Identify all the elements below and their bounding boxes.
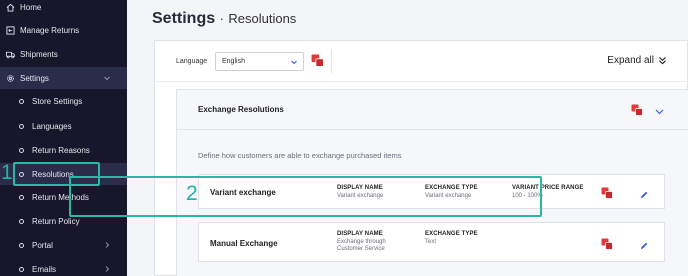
translate-icon[interactable] — [601, 186, 613, 199]
truck-icon — [6, 50, 15, 59]
sidebar-item-shipments[interactable]: Shipments — [0, 43, 127, 65]
bullet-icon — [19, 98, 24, 104]
sidebar: Home Manage Returns Shipments Settings S… — [0, 0, 127, 276]
edit-pencil-icon[interactable] — [639, 187, 649, 198]
step-number-1: 1 — [1, 161, 13, 184]
highlight-box-variant-exchange — [69, 176, 542, 217]
page-subtitle: Resolutions — [228, 11, 297, 26]
display-name-column: DISPLAY NAME Exchange through Customer S… — [337, 231, 386, 253]
bullet-icon — [19, 266, 24, 272]
sidebar-item-label: Portal — [32, 240, 53, 250]
expand-all-label: Expand all — [607, 55, 654, 66]
sidebar-item-settings[interactable]: Settings — [0, 67, 127, 89]
sidebar-item-return-reasons[interactable]: Return Reasons — [0, 139, 127, 161]
sidebar-item-portal[interactable]: Portal — [0, 234, 127, 256]
divider — [331, 49, 332, 73]
resolution-row-manual-exchange[interactable]: Manual Exchange DISPLAY NAME Exchange th… — [198, 222, 665, 262]
settings-card: Language English Expand all Exchange Res… — [154, 40, 688, 276]
language-label: Language — [176, 58, 208, 65]
gear-icon — [6, 74, 15, 83]
section-description: Define how customers are able to exchang… — [198, 151, 402, 160]
chevron-right-icon — [103, 265, 111, 273]
column-value: Text — [425, 239, 437, 245]
expand-all-button[interactable]: Expand all — [607, 55, 667, 66]
language-select[interactable]: English — [215, 52, 304, 71]
resolution-name: Manual Exchange — [210, 239, 278, 248]
edit-pencil-icon[interactable] — [639, 238, 649, 249]
section-title: Exchange Resolutions — [198, 105, 284, 114]
translate-icon[interactable] — [631, 103, 643, 116]
bullet-icon — [19, 194, 24, 200]
column-value: Exchange through — [337, 239, 386, 245]
sidebar-item-home[interactable]: Home — [0, 0, 127, 18]
sidebar-item-label: Emails — [32, 264, 57, 274]
page-title-separator: · — [219, 11, 224, 26]
sidebar-item-languages[interactable]: Languages — [0, 115, 127, 137]
main-content: Settings · Resolutions Language English … — [127, 0, 688, 276]
step-number-2: 2 — [186, 182, 198, 205]
bullet-icon — [19, 147, 24, 153]
sidebar-item-label: Languages — [32, 121, 72, 131]
page-title: Settings · Resolutions — [152, 10, 296, 28]
sidebar-item-manage-returns[interactable]: Manage Returns — [0, 19, 127, 41]
section-header[interactable]: Exchange Resolutions — [177, 90, 688, 130]
column-header: EXCHANGE TYPE — [425, 231, 478, 237]
sidebar-item-label: Store Settings — [32, 96, 83, 106]
chevron-down-icon[interactable] — [654, 104, 665, 115]
sidebar-item-label: Home — [20, 2, 42, 12]
column-value: Customer Service — [337, 246, 385, 252]
chevron-down-icon — [103, 74, 111, 82]
returns-icon — [6, 25, 15, 35]
translate-icon[interactable] — [311, 54, 324, 67]
sidebar-item-store-settings[interactable]: Store Settings — [0, 90, 127, 112]
chevron-right-icon — [103, 241, 111, 249]
language-select-value: English — [222, 58, 245, 65]
double-chevron-down-icon — [659, 57, 666, 65]
bullet-icon — [19, 123, 24, 129]
page-title-text: Settings — [152, 10, 216, 27]
sidebar-item-emails[interactable]: Emails — [0, 258, 127, 276]
bullet-icon — [19, 242, 24, 248]
bullet-icon — [19, 218, 24, 224]
divider — [155, 81, 688, 82]
chevron-down-icon — [290, 58, 298, 66]
sidebar-item-label: Shipments — [20, 49, 58, 59]
sidebar-item-label: Manage Returns — [20, 25, 80, 35]
sidebar-item-label: Return Policy — [32, 216, 80, 226]
translate-icon[interactable] — [601, 237, 613, 250]
column-header: DISPLAY NAME — [337, 231, 383, 237]
sidebar-item-label: Return Reasons — [32, 145, 90, 155]
sidebar-item-label: Settings — [20, 73, 49, 83]
home-icon — [6, 3, 15, 12]
exchange-type-column: EXCHANGE TYPE Text — [425, 231, 478, 246]
